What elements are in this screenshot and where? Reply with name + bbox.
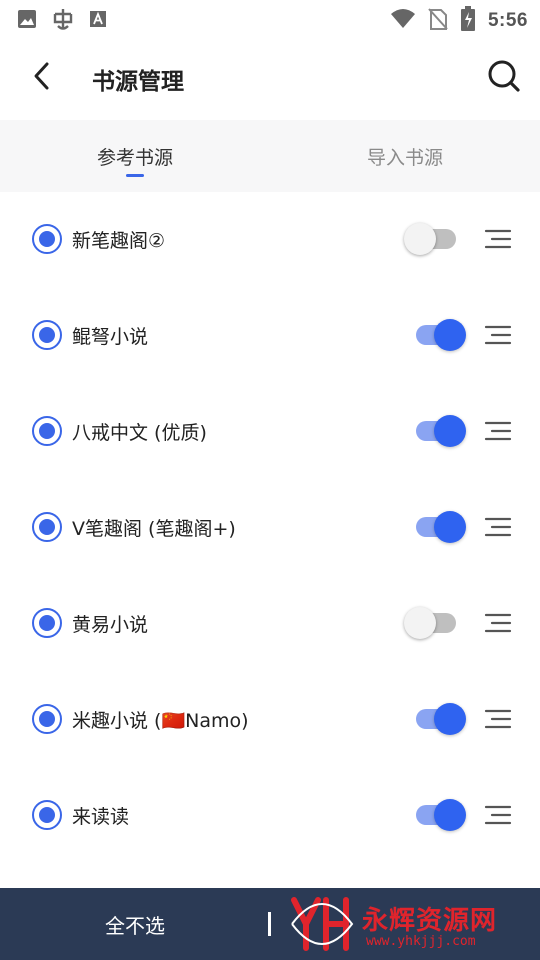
drag-handle-icon[interactable] [484, 805, 512, 825]
back-button[interactable] [22, 58, 62, 98]
list-item[interactable]: 新笔趣阁② [0, 192, 540, 288]
tab-import-sources[interactable]: 导入书源 [270, 120, 540, 192]
bottom-bar: 全不选 永辉资源网 www.yhkjjj.com [0, 888, 540, 960]
deselect-all-button[interactable]: 全不选 [0, 888, 270, 960]
drag-handle-icon[interactable] [484, 229, 512, 249]
list-item[interactable]: 黄易小说 [0, 576, 540, 672]
enable-switch[interactable] [404, 798, 466, 832]
tab-bar: 参考书源 导入书源 [0, 120, 540, 192]
list-item[interactable]: V笔趣阁 (笔趣阁+) [0, 480, 540, 576]
source-list: 新笔趣阁② 鲲弩小说 八戒中文 (优质) V笔趣阁 (笔趣阁+) 黄易小说 米趣… [0, 192, 540, 864]
list-item[interactable]: 来读读 [0, 768, 540, 864]
radio-button[interactable] [32, 320, 62, 350]
list-item[interactable]: 鲲弩小说 [0, 288, 540, 384]
list-item[interactable]: 八戒中文 (优质) [0, 384, 540, 480]
drag-handle-icon[interactable] [484, 517, 512, 537]
drag-handle-icon[interactable] [484, 613, 512, 633]
radio-button[interactable] [32, 800, 62, 830]
watermark-url: www.yhkjjj.com [366, 934, 476, 949]
wifi-icon [390, 8, 416, 34]
watermark: 永辉资源网 www.yhkjjj.com [290, 894, 520, 954]
enable-switch[interactable] [404, 318, 466, 352]
bug-icon [50, 6, 76, 36]
status-bar: 5:56 [0, 0, 540, 36]
drag-handle-icon[interactable] [484, 325, 512, 345]
source-name: 鲲弩小说 [72, 326, 149, 348]
search-icon [487, 59, 521, 97]
enable-switch[interactable] [404, 414, 466, 448]
no-sim-icon [428, 7, 448, 35]
radio-button[interactable] [32, 416, 62, 446]
chevron-left-icon [31, 61, 53, 95]
search-button[interactable] [484, 58, 524, 98]
tab-indicator [126, 174, 144, 177]
source-name: 来读读 [72, 806, 130, 828]
enable-switch[interactable] [404, 222, 466, 256]
source-name: 八戒中文 (优质) [72, 422, 207, 444]
battery-charging-icon [460, 6, 476, 36]
radio-button[interactable] [32, 224, 62, 254]
drag-handle-icon[interactable] [484, 709, 512, 729]
image-icon [16, 8, 38, 34]
radio-button[interactable] [32, 512, 62, 542]
source-name: 新笔趣阁② [72, 230, 166, 252]
source-name: V笔趣阁 (笔趣阁+) [72, 518, 236, 540]
list-item[interactable]: 米趣小说 (🇨🇳Namo) [0, 672, 540, 768]
tab-reference-sources[interactable]: 参考书源 [0, 120, 270, 192]
source-name: 米趣小说 (🇨🇳Namo) [72, 710, 249, 732]
watermark-text: 永辉资源网 [362, 906, 498, 936]
page-title: 书源管理 [92, 69, 184, 95]
enable-switch[interactable] [404, 606, 466, 640]
text-a-icon [88, 9, 108, 33]
radio-button[interactable] [32, 608, 62, 638]
enable-switch[interactable] [404, 702, 466, 736]
source-name: 黄易小说 [72, 614, 149, 636]
status-time: 5:56 [487, 10, 528, 31]
drag-handle-icon[interactable] [484, 421, 512, 441]
app-bar: 书源管理 [0, 36, 540, 120]
divider [268, 912, 271, 936]
enable-switch[interactable] [404, 510, 466, 544]
radio-button[interactable] [32, 704, 62, 734]
